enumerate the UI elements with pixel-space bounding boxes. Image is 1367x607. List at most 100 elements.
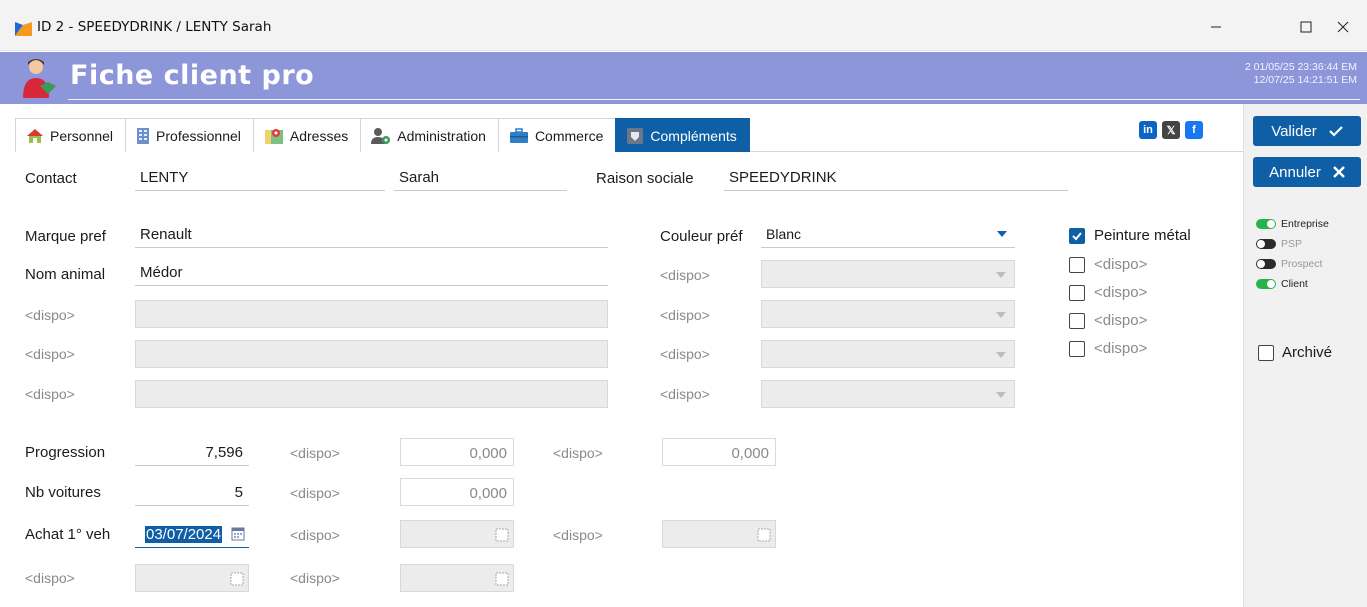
dispo-label: <dispo> <box>290 527 340 543</box>
cancel-label: Annuler <box>1269 163 1321 181</box>
calendar-icon[interactable] <box>231 525 245 541</box>
maximize-icon <box>1300 21 1312 33</box>
dispo-number-field[interactable]: 0,000 <box>400 478 514 506</box>
validate-button[interactable]: Valider <box>1253 116 1361 146</box>
contact-first-name-field[interactable]: Sarah <box>394 163 567 191</box>
status-psp[interactable]: PSP <box>1256 234 1329 254</box>
client-user-icon <box>23 59 56 98</box>
calendar-icon[interactable] <box>230 570 244 586</box>
checkbox-checked-icon <box>1069 227 1085 244</box>
checkbox-unchecked-icon <box>1069 340 1085 357</box>
dispo-label: <dispo> <box>553 445 603 461</box>
dispo-date-field[interactable] <box>135 564 249 592</box>
dispo-number-field[interactable]: 0,000 <box>662 438 776 466</box>
archive-checkbox[interactable]: Archivé <box>1258 344 1332 361</box>
tab-professionnel[interactable]: Professionnel <box>125 118 254 152</box>
dispo-select[interactable] <box>761 260 1015 288</box>
calendar-icon[interactable] <box>757 526 771 542</box>
map-icon <box>264 128 283 144</box>
user-gear-icon <box>371 127 391 144</box>
status-label: Entreprise <box>1281 218 1329 230</box>
shield-icon <box>627 127 644 144</box>
dispo-checkbox[interactable]: <dispo> <box>1069 284 1147 301</box>
dispo-field[interactable] <box>135 340 608 368</box>
close-button[interactable] <box>1320 10 1366 44</box>
dispo-field[interactable] <box>135 300 608 328</box>
timestamp-modified: 12/07/25 14:21:51 EM <box>1253 74 1357 86</box>
x-twitter-icon[interactable]: 𝕏 <box>1162 121 1180 139</box>
dispo-select[interactable] <box>761 340 1015 368</box>
achat-veh-date-value: 03/07/2024 <box>145 526 223 543</box>
briefcase-icon <box>509 127 528 143</box>
contact-last-name-field[interactable]: LENTY <box>135 163 385 191</box>
tab-adresses[interactable]: Adresses <box>252 118 362 152</box>
toggle-on-icon <box>1256 219 1276 229</box>
checkbox-unchecked-icon <box>1069 312 1085 329</box>
close-icon <box>1332 166 1345 178</box>
checkbox-unchecked-icon <box>1258 344 1274 361</box>
nb-voitures-label: Nb voitures <box>25 484 101 501</box>
toggle-off-icon <box>1256 259 1276 269</box>
marque-pref-field[interactable]: Renault <box>135 220 608 248</box>
marque-pref-label: Marque pref <box>25 228 106 245</box>
status-prospect[interactable]: Prospect <box>1256 254 1329 274</box>
tab-administration[interactable]: Administration <box>360 118 499 152</box>
couleur-pref-select[interactable]: Blanc <box>761 220 1015 248</box>
dispo-label: <dispo> <box>290 570 340 586</box>
dispo-checkbox[interactable]: <dispo> <box>1069 312 1147 329</box>
dispo-select-label: <dispo> <box>660 386 710 402</box>
dispo-label: <dispo> <box>25 570 75 586</box>
dispo-select[interactable] <box>761 380 1015 408</box>
tab-label: Adresses <box>289 127 349 144</box>
dispo-date-field[interactable] <box>662 520 776 548</box>
tab-commerce[interactable]: Commerce <box>497 118 617 152</box>
window-titlebar: ID 2 - SPEEDYDRINK / LENTY Sarah <box>0 0 1367 51</box>
achat-veh-date-field[interactable]: 03/07/2024 <box>135 520 249 548</box>
status-client[interactable]: Client <box>1256 274 1329 294</box>
nom-animal-field[interactable]: Médor <box>135 258 608 286</box>
checkbox-unchecked-icon <box>1069 284 1085 301</box>
tab-label: Professionnel <box>156 127 241 144</box>
chevron-down-icon <box>996 352 1006 358</box>
dispo-checkbox[interactable]: <dispo> <box>1069 256 1147 273</box>
dispo-label: <dispo> <box>25 346 75 362</box>
nb-voitures-field[interactable]: 5 <box>135 478 249 506</box>
nom-animal-label: Nom animal <box>25 266 106 283</box>
dispo-select[interactable] <box>761 300 1015 328</box>
title-underline <box>68 99 1360 100</box>
progression-field[interactable]: 7,596 <box>135 438 249 466</box>
page-header: Fiche client pro 2 01/05/25 23:36:44 EM … <box>0 52 1367 104</box>
status-entreprise[interactable]: Entreprise <box>1256 214 1329 234</box>
record-timestamp: 2 01/05/25 23:36:44 EM 12/07/25 14:21:51… <box>1245 61 1357 87</box>
toggle-off-icon <box>1256 239 1276 249</box>
facebook-icon[interactable]: f <box>1185 121 1203 139</box>
tab-label: Administration <box>397 127 486 144</box>
company-field[interactable]: SPEEDYDRINK <box>724 163 1068 191</box>
cancel-button[interactable]: Annuler <box>1253 157 1361 187</box>
dispo-label: <dispo> <box>290 445 340 461</box>
dispo-number-field[interactable]: 0,000 <box>400 438 514 466</box>
peinture-metal-checkbox[interactable]: Peinture métal <box>1069 227 1191 244</box>
action-sidebar: Valider Annuler Entreprise PSP Prospect … <box>1243 104 1367 607</box>
dispo-date-field[interactable] <box>400 564 514 592</box>
window-title: ID 2 - SPEEDYDRINK / LENTY Sarah <box>37 19 272 35</box>
dispo-date-field[interactable] <box>400 520 514 548</box>
dispo-checkbox[interactable]: <dispo> <box>1069 340 1147 357</box>
dispo-field[interactable] <box>135 380 608 408</box>
linkedin-icon[interactable]: in <box>1139 121 1157 139</box>
tab-label: Personnel <box>50 127 114 144</box>
building-icon <box>137 127 150 144</box>
tab-complements[interactable]: Compléments <box>615 118 750 152</box>
dispo-label: <dispo> <box>290 485 340 501</box>
dispo-label: <dispo> <box>553 527 603 543</box>
calendar-icon[interactable] <box>495 526 509 542</box>
couleur-pref-value: Blanc <box>766 226 802 242</box>
minimize-button[interactable] <box>1193 10 1239 44</box>
dispo-select-label: <dispo> <box>660 267 710 283</box>
checkbox-label: <dispo> <box>1094 340 1148 357</box>
tab-personnel[interactable]: Personnel <box>15 118 127 152</box>
calendar-icon[interactable] <box>495 570 509 586</box>
checkbox-label: Peinture métal <box>1094 227 1191 244</box>
checkbox-label: <dispo> <box>1094 256 1148 273</box>
achat-veh-label: Achat 1° veh <box>25 526 111 543</box>
